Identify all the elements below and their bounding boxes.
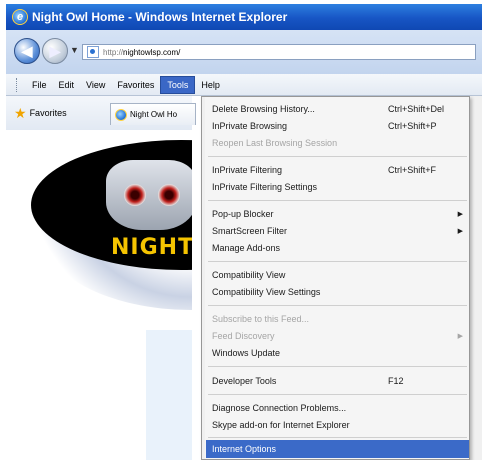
favorites-button[interactable]: Favorites (30, 108, 67, 118)
menu-item-compatibility-view-settings[interactable]: Compatibility View Settings (206, 283, 469, 301)
menu-item-popup-blocker[interactable]: Pop-up Blocker ▶ (206, 205, 469, 223)
menu-favorites[interactable]: Favorites (111, 77, 160, 93)
menu-separator (208, 261, 467, 262)
title-bar: e Night Owl Home - Windows Internet Expl… (6, 4, 482, 30)
menu-item-shortcut: Ctrl+Shift+F (388, 165, 437, 175)
menu-item-diagnose-connection[interactable]: Diagnose Connection Problems... (206, 399, 469, 417)
menu-separator (208, 305, 467, 306)
page-content: NIGHT O (6, 130, 192, 460)
menu-item-label: Feed Discovery (212, 331, 275, 341)
menu-edit[interactable]: Edit (53, 77, 81, 93)
menu-item-label: InPrivate Filtering Settings (212, 182, 318, 192)
menu-item-label: Compatibility View (212, 270, 286, 280)
menu-item-inprivate-browsing[interactable]: InPrivate Browsing Ctrl+Shift+P (206, 117, 469, 135)
owl-eye-left (124, 184, 146, 206)
menu-item-label: Skype add-on for Internet Explorer (212, 420, 350, 430)
menu-separator (208, 156, 467, 157)
owl-icon (106, 160, 192, 230)
logo-text: NIGHT O (111, 235, 192, 260)
menu-gutter (202, 97, 205, 459)
window-title: Night Owl Home - Windows Internet Explor… (32, 10, 288, 24)
menu-item-delete-history[interactable]: Delete Browsing History... Ctrl+Shift+De… (206, 100, 469, 118)
menubar-grip (16, 77, 20, 92)
ie-logo-icon: e (12, 9, 28, 25)
menu-item-label: Compatibility View Settings (212, 287, 321, 297)
menu-item-label: Diagnose Connection Problems... (212, 403, 347, 413)
menu-item-feed-discovery: Feed Discovery ▶ (206, 327, 469, 345)
submenu-arrow-icon: ▶ (457, 228, 463, 235)
menu-item-shortcut: F12 (388, 376, 404, 386)
menu-separator (208, 200, 467, 201)
tab-title: Night Owl Ho (130, 110, 178, 119)
address-input[interactable]: http://nightowlsp.com/ (82, 44, 476, 60)
tools-menu: Delete Browsing History... Ctrl+Shift+De… (201, 96, 470, 460)
forward-arrow-icon: ▶ (49, 42, 61, 59)
menu-item-inprivate-filtering-settings[interactable]: InPrivate Filtering Settings (206, 178, 469, 196)
menu-item-compatibility-view[interactable]: Compatibility View (206, 266, 469, 284)
menu-item-shortcut: Ctrl+Shift+P (388, 121, 437, 131)
menu-item-label: InPrivate Filtering (212, 165, 283, 175)
menu-view[interactable]: View (80, 77, 111, 93)
menu-item-subscribe-feed: Subscribe to this Feed... (206, 310, 469, 328)
menu-item-shortcut: Ctrl+Shift+Del (388, 104, 445, 114)
menu-tools[interactable]: Tools (160, 75, 196, 94)
menu-bar: File Edit View Favorites Tools Help (6, 74, 482, 96)
history-dropdown-icon[interactable]: ▼ (70, 45, 79, 55)
favorites-star-icon: ★ (14, 104, 27, 121)
url-protocol: http:// (103, 47, 124, 57)
menu-separator (208, 366, 467, 367)
menu-file[interactable]: File (26, 77, 53, 93)
submenu-arrow-icon: ▶ (457, 333, 463, 340)
menu-item-skype-addon[interactable]: Skype add-on for Internet Explorer (206, 416, 469, 434)
menu-item-inprivate-filtering[interactable]: InPrivate Filtering Ctrl+Shift+F (206, 161, 469, 179)
menu-item-windows-update[interactable]: Windows Update (206, 344, 469, 362)
content-panel (146, 330, 192, 460)
menu-item-label: Developer Tools (212, 376, 277, 386)
url-host: nightowlsp.com/ (123, 47, 181, 57)
menu-separator (208, 437, 467, 438)
browser-tab[interactable]: Night Owl Ho (110, 103, 196, 125)
submenu-arrow-icon: ▶ (457, 211, 463, 218)
right-edge (470, 96, 482, 460)
menu-help[interactable]: Help (195, 77, 226, 93)
tab-ie-icon (115, 108, 127, 121)
menu-item-label: Reopen Last Browsing Session (212, 138, 338, 148)
forward-button[interactable]: ▶ (42, 38, 68, 64)
favorites-bar: ★ Favorites Night Owl Ho (6, 96, 196, 130)
menu-item-label: Windows Update (212, 348, 281, 358)
menu-item-label: Delete Browsing History... (212, 104, 315, 114)
menu-item-developer-tools[interactable]: Developer Tools F12 (206, 372, 469, 390)
owl-eye-right (158, 184, 180, 206)
menu-item-label: Subscribe to this Feed... (212, 314, 310, 324)
back-arrow-icon: ◀ (21, 42, 33, 59)
menu-item-manage-addons[interactable]: Manage Add-ons (206, 239, 469, 257)
menu-item-reopen-session: Reopen Last Browsing Session (206, 134, 469, 152)
menu-item-label: SmartScreen Filter (212, 226, 288, 236)
menu-separator (208, 394, 467, 395)
menu-item-label: Manage Add-ons (212, 243, 281, 253)
menu-item-label: Internet Options (212, 444, 277, 454)
menu-item-label: InPrivate Browsing (212, 121, 288, 131)
menu-item-label: Pop-up Blocker (212, 209, 274, 219)
address-toolbar: ◀ ▶ ▼ http://nightowlsp.com/ (6, 30, 482, 74)
back-button[interactable]: ◀ (14, 38, 40, 64)
page-icon (87, 46, 99, 58)
menu-item-internet-options[interactable]: Internet Options (206, 440, 469, 458)
menu-item-smartscreen-filter[interactable]: SmartScreen Filter ▶ (206, 222, 469, 240)
